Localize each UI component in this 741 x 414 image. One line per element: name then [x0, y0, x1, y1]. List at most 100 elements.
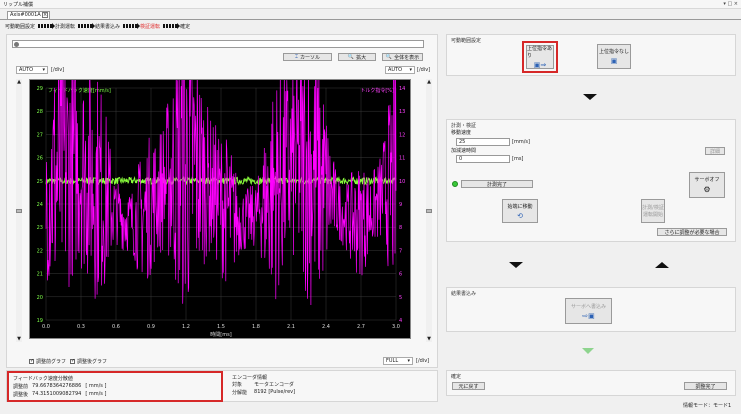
- feedback-before-value: 79.6678364276886: [32, 383, 82, 389]
- encoder-target-row: 対象 モータエンコーダ: [232, 381, 294, 388]
- left-scroll-thumb[interactable]: [16, 209, 22, 213]
- y-right-tick-label: 13: [399, 109, 405, 115]
- y-left-tick-label: 26: [37, 156, 43, 162]
- feedback-variance-title: フィードバック速度分散値: [13, 376, 73, 382]
- without-command-button[interactable]: 上位指令なし ▣: [597, 44, 631, 69]
- waveform-chart[interactable]: 0.0 0.3 0.6 0.9 1.2 1.5 1.8 2.1 2.4 2.7 3.0 29 14 28 1…: [29, 31, 411, 339]
- servo-write-button[interactable]: サーボへ書込み ⇨▣: [565, 298, 612, 324]
- window-controls[interactable]: ▾ □ ×: [723, 1, 738, 7]
- with-command-highlight: 上位指令あり ▣⇒: [522, 41, 558, 73]
- more-adjust-button[interactable]: さらに調整が必要な場合: [657, 228, 727, 236]
- scroll-up-icon[interactable]: ▲: [16, 79, 22, 85]
- motor-icon: ▣: [610, 57, 618, 65]
- accel-label: 加減速時間: [451, 148, 477, 154]
- y-left-tick-label: 20: [37, 295, 43, 301]
- servo-motor-icon: ⚙: [703, 185, 711, 194]
- flow-arrow-down-green-icon: [582, 348, 594, 354]
- right-vertical-scrollbar[interactable]: ▲ ▼: [426, 79, 432, 342]
- left-scale-select[interactable]: AUTO ▾: [16, 66, 48, 74]
- y-left-tick-label: 25: [37, 179, 43, 185]
- y-left-tick-label: 28: [37, 109, 43, 115]
- step-arrow-icon: [163, 23, 181, 29]
- y-left-tick-label: 27: [37, 132, 43, 138]
- cursor-icon: ⌶: [294, 54, 298, 60]
- y-right-tick-label: 11: [399, 156, 405, 162]
- tab-close-icon[interactable]: ×: [42, 12, 48, 18]
- restore-button[interactable]: 元に戻す: [452, 382, 485, 390]
- speed-label: 移動速度: [451, 130, 472, 136]
- x-tick-label: 0.3: [77, 324, 85, 330]
- step-arrow-icon: [123, 23, 141, 29]
- range-section: 可動範囲設定: [446, 34, 736, 76]
- flow-arrow-down-icon: [509, 262, 523, 268]
- y-right-tick-label: 10: [399, 179, 405, 185]
- step-range: 可動範囲設定: [5, 23, 36, 30]
- bottom-scale-unit: [/div]: [416, 358, 430, 364]
- fit-all-button[interactable]: 🔍 全体を表示: [382, 53, 423, 61]
- status-led-icon: [452, 181, 458, 187]
- progress-knob[interactable]: [14, 42, 19, 47]
- before-graph-checkbox[interactable]: 調整前グラフ: [29, 358, 66, 365]
- y-left-tick-label: 23: [37, 225, 43, 231]
- write-icon: ⇨▣: [582, 311, 595, 320]
- step-measure: 計測運転: [55, 23, 76, 30]
- x-tick-label: 1.8: [252, 324, 260, 330]
- step-flow: 可動範囲設定 計測運転 結果書込み 検証運転 確定: [5, 21, 190, 31]
- x-tick-label: 2.7: [357, 324, 365, 330]
- after-graph-label: 調整後グラフ: [77, 359, 108, 365]
- encoder-target-value: モータエンコーダ: [254, 382, 295, 388]
- step-arrow-icon: [78, 23, 96, 29]
- checkbox-check-icon: [29, 358, 34, 364]
- zoom-button[interactable]: 🔍 拡大: [338, 53, 376, 61]
- measure-section-title: 計測・検証: [451, 123, 477, 129]
- progress-track[interactable]: [12, 40, 424, 48]
- after-graph-checkbox[interactable]: 調整後グラフ: [70, 358, 107, 365]
- servo-off-button[interactable]: サーボオフ ⚙: [689, 172, 725, 198]
- encoder-info-title: エンコーダ情報: [232, 375, 268, 381]
- with-command-button[interactable]: 上位指令あり ▣⇒: [526, 45, 554, 69]
- scroll-down-icon[interactable]: ▼: [426, 336, 432, 342]
- measure-verify-start-button[interactable]: 計測/検証 運転開始: [641, 199, 665, 223]
- window-titlebar: リップル補償 ▾ □ ×: [0, 0, 741, 9]
- detail-button[interactable]: 詳細: [705, 147, 725, 155]
- accel-unit: [ms]: [512, 156, 524, 162]
- x-tick-label: 0.9: [147, 324, 155, 330]
- measure-complete-button[interactable]: 計測完了: [461, 180, 533, 188]
- right-scale-select[interactable]: AUTO ▾: [385, 66, 415, 74]
- servo-off-label: サーボオフ: [694, 177, 720, 183]
- feedback-before-label: 調整前: [13, 384, 29, 390]
- range-section-title: 可動範囲設定: [451, 38, 482, 44]
- y-right-tick-label: 9: [399, 202, 402, 208]
- finish-adjust-button[interactable]: 調整完了: [684, 382, 727, 390]
- y-left-tick-label: 19: [37, 318, 43, 324]
- accel-input[interactable]: 0: [456, 155, 510, 163]
- right-scale-unit: [/div]: [417, 67, 431, 73]
- zoom-label: 拡大: [356, 54, 367, 61]
- tab-divider: [0, 19, 741, 20]
- cursor-button[interactable]: ⌶ カーソル: [283, 53, 332, 61]
- magnifier-icon: 🔍: [347, 54, 355, 60]
- bottom-scale-select[interactable]: FULL ▾: [383, 357, 413, 365]
- y-right-tick-label: 12: [399, 132, 405, 138]
- confirm-section-title: 確定: [451, 374, 462, 380]
- encoder-target-label: 対象: [232, 382, 243, 388]
- move-to-origin-button[interactable]: 始端に移動 ⟲: [502, 199, 538, 223]
- feedback-after-label: 調整後: [13, 392, 29, 398]
- fit-icon: 🔍: [385, 54, 393, 60]
- scroll-up-icon[interactable]: ▲: [426, 79, 432, 85]
- scroll-down-icon[interactable]: ▼: [16, 336, 22, 342]
- x-tick-label: 0.6: [112, 324, 120, 330]
- cursor-label: カーソル: [300, 54, 321, 61]
- left-vertical-scrollbar[interactable]: ▲ ▼: [16, 79, 22, 342]
- left-axis-title: フィードバック速度[mm/s]: [48, 87, 111, 94]
- x-axis-title: 時間[ms]: [210, 332, 231, 338]
- step-confirm: 確定: [180, 23, 191, 30]
- y-right-tick-label: 4: [399, 318, 402, 324]
- flow-arrow-down-icon: [583, 94, 597, 100]
- right-scroll-thumb[interactable]: [426, 209, 432, 213]
- servo-write-label: サーボへ書込み: [570, 303, 606, 310]
- speed-input[interactable]: 25: [456, 138, 510, 146]
- y-right-tick-label: 8: [399, 225, 402, 231]
- axis-tab[interactable]: Axis#0001A ×: [7, 11, 50, 19]
- right-axis-title: トルク指令[%]: [360, 87, 394, 94]
